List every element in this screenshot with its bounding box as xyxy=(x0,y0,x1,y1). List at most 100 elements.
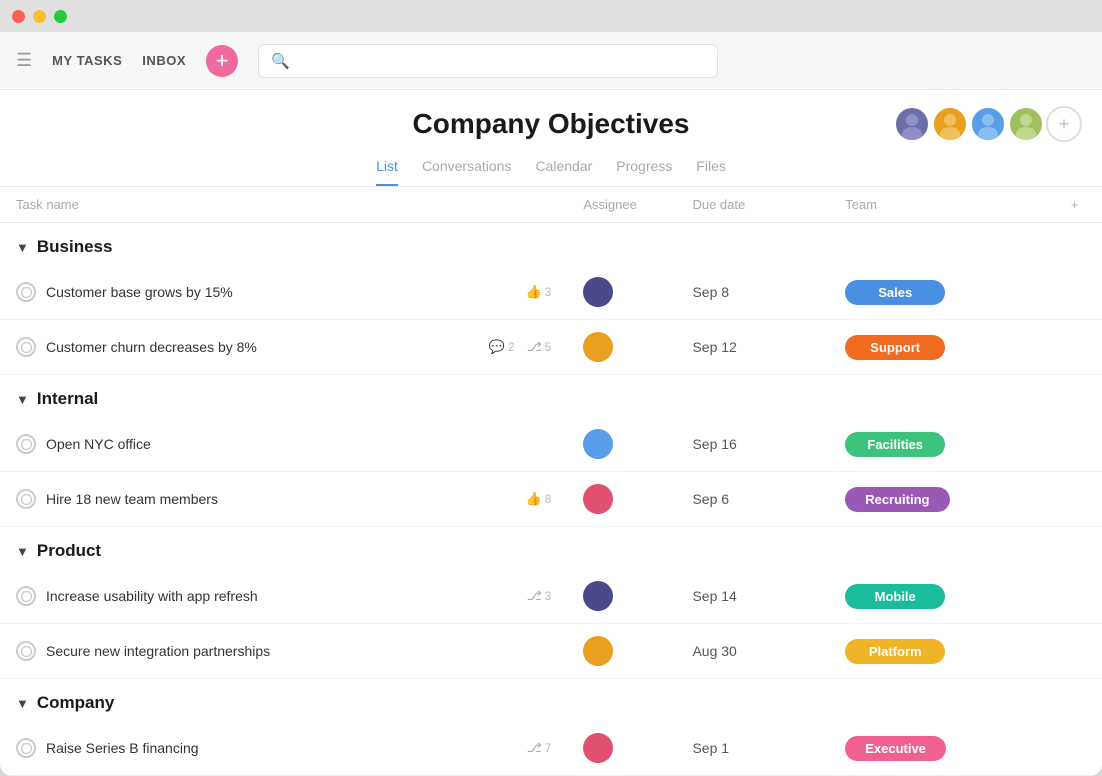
page-header: Company Objectives + List Conversations … xyxy=(0,90,1102,187)
branch-icon: ⎇ xyxy=(527,740,542,756)
row-add-r1[interactable] xyxy=(1047,265,1102,320)
task-checkbox-r4[interactable] xyxy=(16,489,36,509)
row-add-r3[interactable] xyxy=(1047,417,1102,472)
team-cell-r2: Support xyxy=(829,320,1047,375)
meta-count: 7 xyxy=(545,741,552,755)
tab-files[interactable]: Files xyxy=(696,150,726,186)
section-product: ▼ Product xyxy=(0,527,1102,570)
assignee-cell-r3 xyxy=(567,417,676,472)
meta-item: 👍8 xyxy=(525,491,551,507)
task-checkbox-r7[interactable] xyxy=(16,738,36,758)
meta-item: ⎇7 xyxy=(527,740,552,756)
tab-calendar[interactable]: Calendar xyxy=(535,150,592,186)
team-cell-r5: Mobile xyxy=(829,569,1047,624)
due-date-cell-r4: Sep 6 xyxy=(676,472,829,527)
due-date-r4: Sep 6 xyxy=(692,491,729,507)
table-row: Open NYC office Sep 16 Facilities xyxy=(0,417,1102,472)
main-window: ☰ MY TASKS INBOX + 🔍 Company Objectives … xyxy=(0,0,1102,776)
due-date-cell-r2: Sep 12 xyxy=(676,320,829,375)
task-name-r5: Increase usability with app refresh xyxy=(46,588,517,604)
avatar-2 xyxy=(932,106,968,142)
task-name-r4: Hire 18 new team members xyxy=(46,491,515,507)
task-checkbox-r5[interactable] xyxy=(16,586,36,606)
due-date-cell-r5: Sep 14 xyxy=(676,569,829,624)
section-arrow-company[interactable]: ▼ xyxy=(16,696,29,711)
team-cell-r6: Platform xyxy=(829,624,1047,679)
section-title-company: Company xyxy=(37,693,114,712)
row-add-r4[interactable] xyxy=(1047,472,1102,527)
meta-item: ⎇3 xyxy=(527,588,552,604)
team-cell-r3: Facilities xyxy=(829,417,1047,472)
inbox-nav[interactable]: INBOX xyxy=(142,53,186,68)
assignee-avatar-r3 xyxy=(583,429,613,459)
avatar-4 xyxy=(1008,106,1044,142)
assignee-avatar-r2 xyxy=(583,332,613,362)
minimize-button[interactable] xyxy=(33,10,46,23)
due-date-r3: Sep 16 xyxy=(692,436,736,452)
task-checkbox-r1[interactable] xyxy=(16,282,36,302)
due-date-r5: Sep 14 xyxy=(692,588,736,604)
assignee-avatar-r4 xyxy=(583,484,613,514)
tab-list[interactable]: List xyxy=(376,150,398,186)
task-meta-r5: ⎇3 xyxy=(527,588,552,604)
my-tasks-nav[interactable]: MY TASKS xyxy=(52,53,122,68)
close-button[interactable] xyxy=(12,10,25,23)
meta-count: 8 xyxy=(545,492,552,506)
tab-progress[interactable]: Progress xyxy=(616,150,672,186)
task-checkbox-r6[interactable] xyxy=(16,641,36,661)
section-arrow-product[interactable]: ▼ xyxy=(16,544,29,559)
section-arrow-internal[interactable]: ▼ xyxy=(16,392,29,407)
maximize-button[interactable] xyxy=(54,10,67,23)
branch-icon: ⎇ xyxy=(527,339,542,355)
assignee-avatar-r6 xyxy=(583,636,613,666)
section-business: ▼Business xyxy=(0,223,1102,266)
table-row: Raise Series B financing ⎇7 Sep 1 Execut… xyxy=(0,721,1102,776)
thumbs-up-icon: 👍 xyxy=(525,284,541,300)
avatar-1 xyxy=(894,106,930,142)
comment-icon: 💬 xyxy=(489,339,505,355)
row-add-r5[interactable] xyxy=(1047,569,1102,624)
task-name-cell: Secure new integration partnerships xyxy=(0,624,567,679)
task-name-r3: Open NYC office xyxy=(46,436,541,452)
meta-item: ⎇5 xyxy=(527,339,552,355)
row-add-r6[interactable] xyxy=(1047,624,1102,679)
navbar: ☰ MY TASKS INBOX + 🔍 xyxy=(0,32,1102,90)
table-row: Customer churn decreases by 8% 💬2⎇5 Sep … xyxy=(0,320,1102,375)
meta-count: 3 xyxy=(545,589,552,603)
task-name-r6: Secure new integration partnerships xyxy=(46,643,541,659)
thumbs-up-icon: 👍 xyxy=(525,491,541,507)
due-date-r1: Sep 8 xyxy=(692,284,729,300)
search-input[interactable] xyxy=(298,53,705,69)
due-date-r7: Sep 1 xyxy=(692,740,729,756)
assignee-cell-r5 xyxy=(567,569,676,624)
team-badge-r6: Platform xyxy=(845,639,945,664)
meta-count: 3 xyxy=(545,285,552,299)
search-bar[interactable]: 🔍 xyxy=(258,44,718,78)
tab-conversations[interactable]: Conversations xyxy=(422,150,512,186)
task-meta-r2: 💬2 ⎇5 xyxy=(489,339,552,355)
col-team: Team xyxy=(829,187,1047,223)
due-date-r2: Sep 12 xyxy=(692,339,736,355)
hamburger-menu[interactable]: ☰ xyxy=(16,50,32,71)
assignee-avatar-r7 xyxy=(583,733,613,763)
add-member-button[interactable]: + xyxy=(1046,106,1082,142)
task-meta-r4: 👍8 xyxy=(525,491,551,507)
section-internal: ▼Internal xyxy=(0,375,1102,418)
section-title-product: Product xyxy=(37,541,101,560)
assignee-cell-r1 xyxy=(567,265,676,320)
add-task-button[interactable]: + xyxy=(206,45,238,77)
section-arrow-business[interactable]: ▼ xyxy=(16,240,29,255)
col-add[interactable]: + xyxy=(1047,187,1102,223)
task-checkbox-r2[interactable] xyxy=(16,337,36,357)
task-meta-r7: ⎇7 xyxy=(527,740,552,756)
task-name-cell: Raise Series B financing ⎇7 xyxy=(0,721,567,776)
meta-count: 2 xyxy=(508,340,515,354)
row-add-r2[interactable] xyxy=(1047,320,1102,375)
col-duedate: Due date xyxy=(676,187,829,223)
row-add-r7[interactable] xyxy=(1047,721,1102,776)
task-table: Task name Assignee Due date Team + ▼Busi… xyxy=(0,187,1102,776)
team-badge-r7: Executive xyxy=(845,736,946,761)
task-checkbox-r3[interactable] xyxy=(16,434,36,454)
task-name-r1: Customer base grows by 15% xyxy=(46,284,515,300)
assignee-avatar-r1 xyxy=(583,277,613,307)
